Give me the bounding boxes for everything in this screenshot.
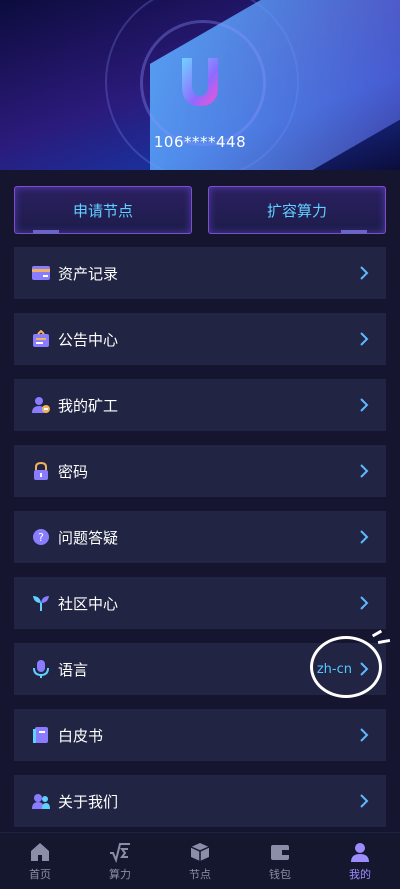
apply-node-label: 申请节点 [72,201,133,220]
menu-item-label: 公告中心 [58,330,119,349]
chevron-right-icon [360,398,369,412]
question-icon: ? [32,528,50,546]
tab-home[interactable]: 首页 [0,833,80,889]
chevron-right-icon [360,266,369,280]
home-icon [31,842,49,861]
menu-item-label: 白皮书 [58,726,104,745]
tab-label: 钱包 [269,867,291,881]
expand-power-label: 扩容算力 [266,201,327,220]
menu-item-password[interactable]: 密码 [14,445,386,497]
chevron-right-icon [360,530,369,544]
decor-tab [33,230,59,234]
tab-label: 我的 [349,867,371,881]
people-icon [32,792,50,810]
action-buttons: 申请节点 扩容算力 [14,186,386,234]
user-phone: 106****448 [153,133,247,151]
settings-menu: 资产记录 公告中心 我的矿工 密码 ? 问题答疑 社区中心 语言 zh-cn 白… [14,247,386,841]
menu-item-label: 语言 [58,660,89,679]
svg-text:?: ? [38,531,44,544]
menu-item-about-us[interactable]: 关于我们 [14,775,386,827]
tab-nodes[interactable]: 节点 [160,833,240,889]
menu-item-community[interactable]: 社区中心 [14,577,386,629]
menu-item-label: 社区中心 [58,594,119,613]
wallet-card-icon [32,264,50,282]
expand-power-button[interactable]: 扩容算力 [208,186,386,234]
chevron-right-icon [360,794,369,808]
user-icon [351,842,369,862]
menu-item-whitepaper[interactable]: 白皮书 [14,709,386,761]
menu-item-asset-records[interactable]: 资产记录 [14,247,386,299]
lock-icon [32,462,50,480]
miner-user-icon [32,396,50,414]
microphone-icon [32,660,50,678]
menu-item-label: 密码 [58,462,89,481]
tab-label: 节点 [189,867,211,881]
menu-item-label: 问题答疑 [58,528,119,547]
sprout-icon [32,594,50,612]
chevron-right-icon [360,596,369,610]
chevron-right-icon [360,332,369,346]
menu-item-my-miners[interactable]: 我的矿工 [14,379,386,431]
tab-hashrate[interactable]: 算力 [80,833,160,889]
menu-item-label: 资产记录 [58,264,119,283]
book-icon [32,726,50,744]
bottom-tab-bar: 首页 算力 节点 钱包 我的 [0,832,400,889]
tab-label: 算力 [109,867,131,881]
decor-tab [341,230,367,234]
apply-node-button[interactable]: 申请节点 [14,186,192,234]
app-logo-icon [182,58,218,106]
tab-label: 首页 [29,867,51,881]
menu-item-announcements[interactable]: 公告中心 [14,313,386,365]
cube-icon [190,842,210,861]
tab-mine[interactable]: 我的 [320,833,400,889]
tab-wallet[interactable]: 钱包 [240,833,320,889]
wallet-icon [271,844,289,860]
hand-drawn-circle-annotation [310,636,382,698]
menu-item-label: 关于我们 [58,792,119,811]
menu-item-label: 我的矿工 [58,396,119,415]
chevron-right-icon [360,464,369,478]
profile-header: 106****448 [0,0,400,170]
chevron-right-icon [360,728,369,742]
sqrt-sigma-icon [110,842,130,863]
announcement-icon [32,330,50,348]
menu-item-faq[interactable]: ? 问题答疑 [14,511,386,563]
